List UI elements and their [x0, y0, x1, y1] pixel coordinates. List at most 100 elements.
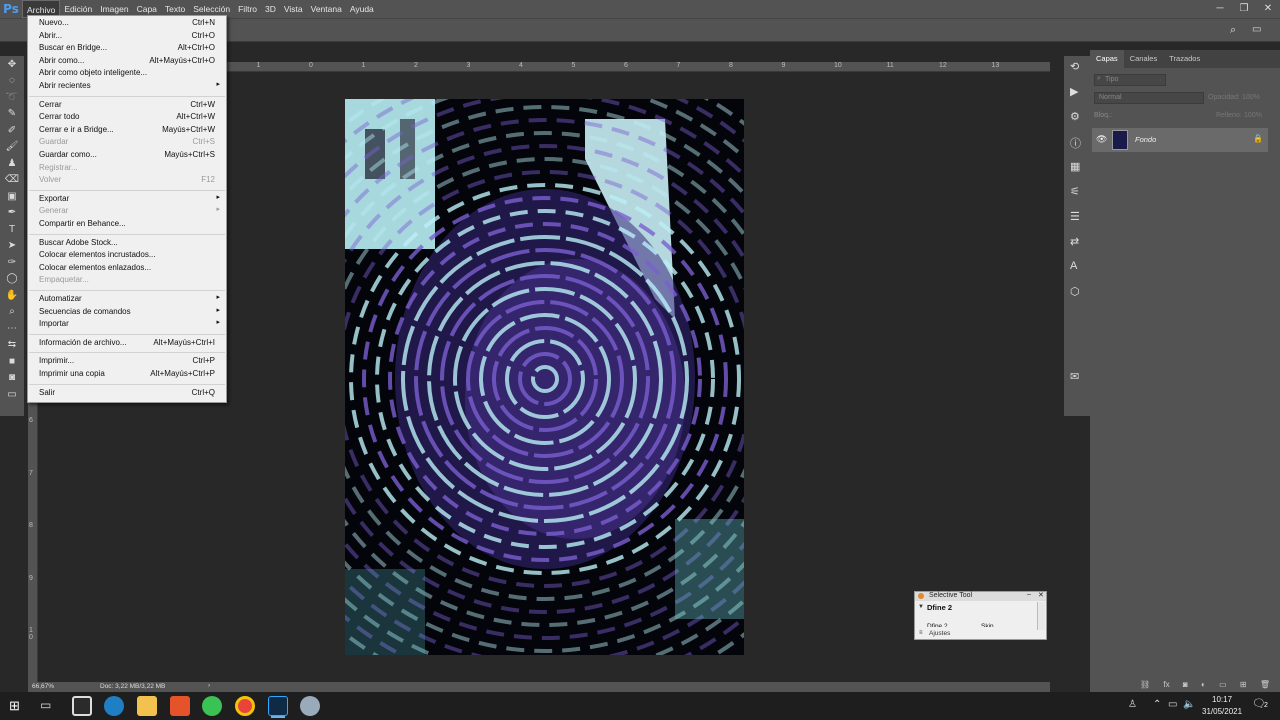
trash-icon[interactable]: 🗑	[1260, 680, 1270, 690]
properties-icon[interactable]: ☰	[1070, 210, 1080, 223]
menu-item-buscar-en-bridge[interactable]: Buscar en Bridge... Alt+Ctrl+O	[28, 43, 226, 55]
minimize-icon[interactable]: –	[1027, 591, 1031, 598]
text-icon[interactable]: T	[0, 221, 24, 238]
gradient-icon[interactable]: ▣	[0, 188, 24, 205]
menu-item-información-de-archivo[interactable]: Información de archivo... Alt+Mayús+Ctrl+…	[28, 338, 226, 350]
notes-icon[interactable]: ✉	[1070, 370, 1079, 383]
task-view-icon[interactable]: ▭	[40, 698, 51, 712]
workspace-icon[interactable]: ▭	[1252, 24, 1261, 35]
history-icon[interactable]: ⟲	[1070, 60, 1079, 73]
menu-item-salir[interactable]: Salir Ctrl+Q	[28, 388, 226, 400]
menu-item-colocar-elementos-incrustados[interactable]: Colocar elementos incrustados...	[28, 250, 226, 262]
layer-search-input[interactable]: ⌕ Tipo	[1094, 74, 1166, 86]
chrome-icon[interactable]	[235, 696, 255, 716]
speaker-icon[interactable]: 🔈	[1183, 699, 1195, 710]
stamp-icon[interactable]: ♟	[0, 155, 24, 172]
hand-icon[interactable]: ✋	[0, 287, 24, 304]
whatsapp-icon[interactable]	[202, 696, 222, 716]
layer-name[interactable]: Fondo	[1135, 135, 1156, 144]
move-icon[interactable]: ✥	[0, 56, 24, 73]
selective-tool-item-dfine[interactable]: Dfine 2	[927, 623, 948, 627]
screen-mode-icon[interactable]: ▭	[0, 386, 24, 403]
menu-item-imprimir[interactable]: Imprimir... Ctrl+P	[28, 356, 226, 368]
store-icon[interactable]	[72, 696, 92, 716]
paint-icon[interactable]	[300, 696, 320, 716]
adjustment-icon[interactable]: ◐	[1201, 680, 1206, 690]
status-arrow-icon[interactable]: ›	[208, 682, 210, 689]
mask-icon[interactable]: ◙	[1183, 680, 1188, 690]
pen-icon[interactable]: ✒	[0, 205, 24, 222]
opacity-value[interactable]: 100%	[1242, 94, 1260, 101]
blend-mode-select[interactable]: Normal	[1094, 92, 1204, 104]
fx-icon[interactable]: fx	[1163, 680, 1169, 690]
grid-icon[interactable]: ▦	[1070, 160, 1080, 173]
tab-canales[interactable]: Canales	[1124, 50, 1164, 68]
more-tools-icon[interactable]: ⋯	[0, 320, 24, 337]
eyedropper-icon[interactable]: ✐	[0, 122, 24, 139]
network-icon[interactable]: ▭	[1168, 699, 1177, 710]
menu-item-imprimir-una-copia[interactable]: Imprimir una copia Alt+Mayús+Ctrl+P	[28, 369, 226, 381]
menu-item-cerrar[interactable]: Cerrar Ctrl+W	[28, 100, 226, 112]
restore-icon[interactable]: ❐	[1232, 0, 1256, 18]
character-icon[interactable]: A	[1070, 260, 1077, 272]
document-canvas[interactable]	[345, 99, 744, 655]
zoom-level[interactable]: 66,67%	[32, 683, 54, 690]
person-icon[interactable]: ♙	[1128, 699, 1137, 710]
menu-item-compartir-en-behance[interactable]: Compartir en Behance...	[28, 219, 226, 231]
settings-icon[interactable]: ≡	[919, 630, 923, 636]
minimize-icon[interactable]: ─	[1208, 0, 1232, 18]
menu-item-buscar-adobe-stock[interactable]: Buscar Adobe Stock...	[28, 238, 226, 250]
path-select-icon[interactable]: ➤	[0, 238, 24, 255]
actions-play-icon[interactable]: ▶	[1070, 85, 1078, 98]
3d-icon[interactable]: ⬡	[1070, 285, 1080, 298]
menu-item-cerrar-e-ir-a-bridge[interactable]: Cerrar e ir a Bridge... Mayús+Ctrl+W	[28, 125, 226, 137]
swap-colors-icon[interactable]: ⇆	[0, 337, 24, 354]
tab-trazados[interactable]: Trazados	[1163, 50, 1206, 68]
layer-row[interactable]: 👁 Fondo 🔒	[1092, 128, 1268, 152]
clock-date[interactable]: 31/05/2021	[1202, 707, 1242, 716]
search-icon[interactable]: ⌕	[1230, 24, 1236, 37]
photoshop-taskbar-icon[interactable]	[268, 696, 288, 716]
shape-icon[interactable]: ◯	[0, 271, 24, 288]
chevron-up-icon[interactable]: ⌃	[1153, 699, 1161, 710]
selective-tool-footer[interactable]: Ajustes	[929, 630, 950, 637]
menu-item-colocar-elementos-enlazados[interactable]: Colocar elementos enlazados...	[28, 263, 226, 275]
quick-select-icon[interactable]: ✎	[0, 106, 24, 123]
pen-tool-icon[interactable]: ✑	[0, 254, 24, 271]
menu-item-nuevo[interactable]: Nuevo... Ctrl+N	[28, 18, 226, 30]
tab-capas[interactable]: Capas	[1090, 50, 1124, 68]
eraser-icon[interactable]: ⌫	[0, 172, 24, 189]
menu-item-exportar[interactable]: Exportar ▸	[28, 194, 226, 206]
fill-value[interactable]: 100%	[1244, 112, 1262, 119]
zoom-icon[interactable]: ⌕	[0, 304, 24, 321]
clock-time[interactable]: 10:17	[1212, 695, 1232, 704]
menu-item-importar[interactable]: Importar ▸	[28, 319, 226, 331]
collapse-triangle-icon[interactable]: ▼	[918, 604, 924, 610]
menu-item-abrir-recientes[interactable]: Abrir recientes ▸	[28, 81, 226, 93]
brush-icon[interactable]: 🖌	[0, 139, 24, 156]
group-icon[interactable]: ▭	[1219, 680, 1227, 690]
menu-item-automatizar[interactable]: Automatizar ▸	[28, 294, 226, 306]
new-layer-icon[interactable]: ⊞	[1240, 680, 1247, 690]
menu-item-abrir-como-objeto-inteligente[interactable]: Abrir como objeto inteligente...	[28, 68, 226, 80]
file-explorer-icon[interactable]	[137, 696, 157, 716]
selective-tool-item-skin[interactable]: Skin	[981, 623, 994, 627]
styles-icon[interactable]: ⇄	[1070, 235, 1079, 248]
scrollbar[interactable]	[1037, 602, 1045, 630]
link-icon[interactable]: ⛓	[1140, 680, 1150, 690]
quick-mask-icon[interactable]: ◙	[0, 370, 24, 387]
menu-item-guardar-como[interactable]: Guardar como... Mayús+Ctrl+S	[28, 150, 226, 162]
windows-start-icon[interactable]: ⊞	[9, 698, 20, 714]
menu-ayuda[interactable]: Ayuda	[346, 0, 378, 18]
menu-item-secuencias-de-comandos[interactable]: Secuencias de comandos ▸	[28, 307, 226, 319]
edge-icon[interactable]	[104, 696, 124, 716]
close-icon[interactable]: ✕	[1256, 0, 1280, 18]
eye-icon[interactable]: 👁	[1096, 134, 1107, 145]
menu-3d[interactable]: 3D	[261, 0, 280, 18]
menu-item-abrir[interactable]: Abrir... Ctrl+O	[28, 31, 226, 43]
menu-item-abrir-como[interactable]: Abrir como... Alt+Mayús+Ctrl+O	[28, 56, 226, 68]
menu-filtro[interactable]: Filtro	[234, 0, 261, 18]
brave-icon[interactable]	[170, 696, 190, 716]
close-icon[interactable]: ✕	[1038, 591, 1044, 599]
color-swatch-icon[interactable]: ■	[0, 353, 24, 370]
